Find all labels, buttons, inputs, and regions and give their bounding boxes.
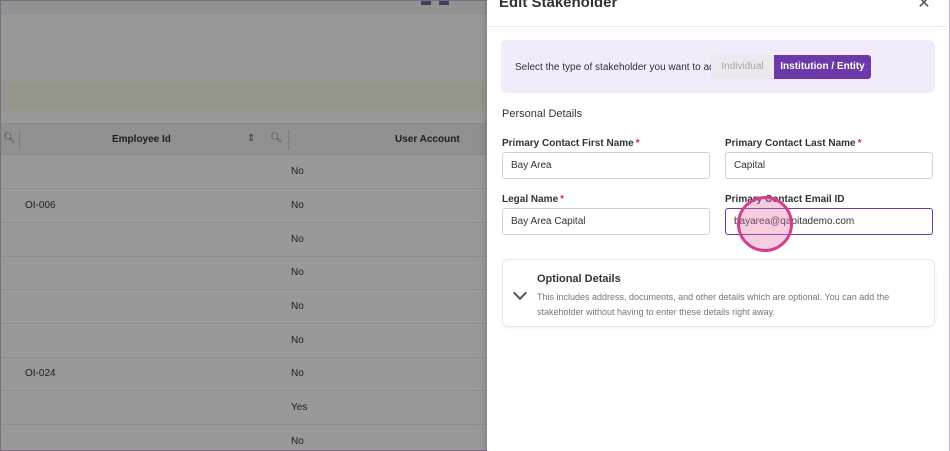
drawer-header: Edit Stakeholder ✕: [487, 0, 950, 27]
chevron-down-icon[interactable]: [512, 285, 528, 301]
optional-details-description: This includes address, documents, and ot…: [537, 292, 890, 317]
last-name-label: Primary Contact Last Name *: [725, 138, 862, 149]
edit-stakeholder-drawer: Edit Stakeholder ✕ Select the type of st…: [487, 0, 950, 451]
stakeholder-type-label: Select the type of stakeholder you want …: [515, 62, 721, 73]
individual-option[interactable]: Individual: [711, 55, 774, 79]
stakeholder-type-selector: Select the type of stakeholder you want …: [501, 40, 935, 93]
close-icon[interactable]: ✕: [916, 0, 932, 12]
drawer-title: Edit Stakeholder: [499, 0, 618, 11]
institution-entity-option[interactable]: Institution / Entity: [774, 55, 871, 79]
legal-name-label: Legal Name *: [502, 194, 565, 205]
optional-details-title: Optional Details: [537, 273, 621, 285]
click-indicator: [737, 196, 793, 252]
optional-details-section[interactable]: Optional Details This includes address, …: [502, 259, 935, 327]
required-marker: *: [857, 138, 862, 149]
required-marker: *: [560, 194, 565, 205]
section-title: Personal Details: [502, 108, 583, 120]
last-name-field[interactable]: [725, 152, 933, 179]
required-marker: *: [635, 138, 640, 149]
legal-name-field[interactable]: [502, 208, 710, 235]
first-name-label: Primary Contact First Name *: [502, 138, 640, 149]
first-name-field[interactable]: [502, 152, 710, 179]
